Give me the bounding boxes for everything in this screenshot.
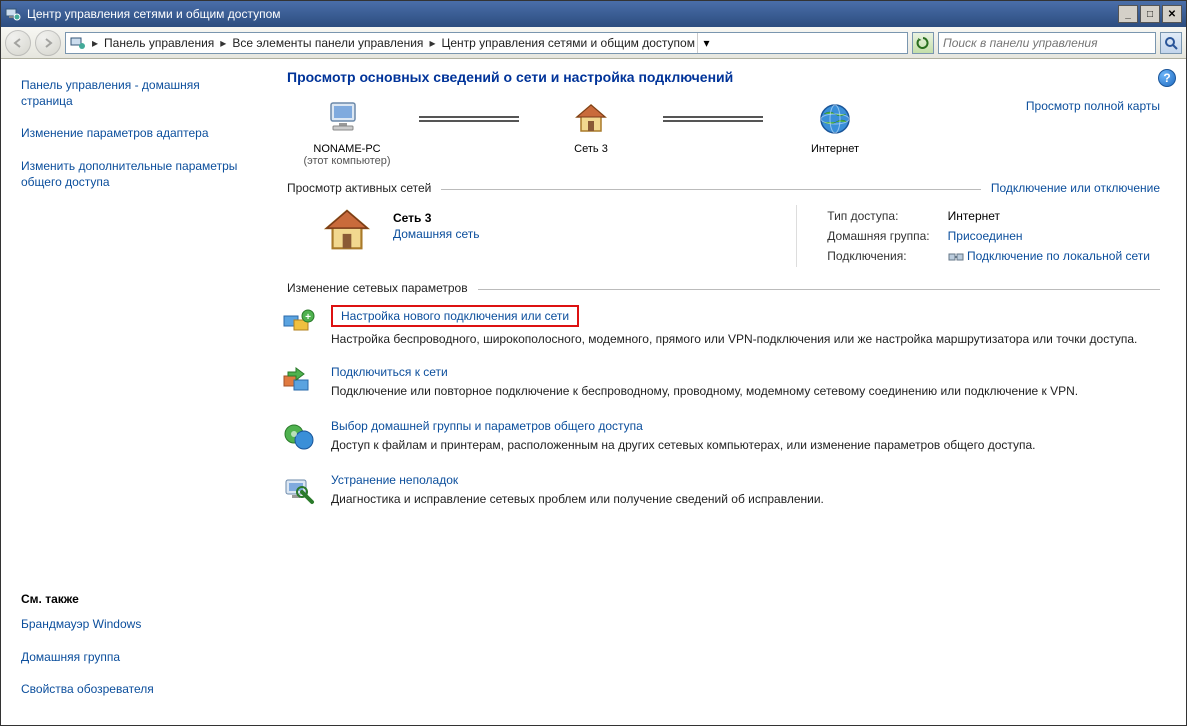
house-icon	[571, 99, 611, 139]
map-pc-sub: (этот компьютер)	[287, 155, 407, 167]
map-net-label: Сеть 3	[531, 143, 651, 155]
sidebar-link-home[interactable]: Панель управления - домашняя страница	[21, 77, 241, 109]
sidebar-link-adapter-settings[interactable]: Изменение параметров адаптера	[21, 125, 241, 141]
network-type-link[interactable]: Домашняя сеть	[393, 227, 479, 241]
see-also: См. также Брандмауэр Windows Домашняя гр…	[21, 592, 241, 713]
house-icon	[321, 205, 373, 257]
troubleshoot-icon	[281, 473, 317, 509]
access-type-value: Интернет	[940, 207, 1158, 225]
active-networks-header: Просмотр активных сетей Подключение или …	[287, 181, 1160, 195]
map-node-internet: Интернет	[775, 99, 895, 155]
network-name: Сеть 3	[393, 211, 479, 225]
change-settings-label: Изменение сетевых параметров	[287, 281, 478, 295]
ethernet-icon	[948, 251, 964, 263]
chevron-right-icon: ▸	[88, 36, 102, 50]
back-button[interactable]	[5, 30, 31, 56]
map-pc-label: NONAME-PC	[287, 143, 407, 155]
connect-network-icon	[281, 365, 317, 401]
breadcrumb-item[interactable]: Центр управления сетями и общим доступом	[441, 36, 695, 50]
search-input[interactable]	[939, 36, 1155, 50]
active-networks-label: Просмотр активных сетей	[287, 181, 441, 195]
breadcrumb-item[interactable]: Все элементы панели управления	[232, 36, 423, 50]
network-map: NONAME-PC (этот компьютер) Сеть 3 Интерн…	[287, 99, 1160, 167]
map-connector	[419, 99, 519, 139]
breadcrumb-icon	[70, 35, 86, 51]
change-settings-header: Изменение сетевых параметров	[287, 281, 1160, 295]
setup-connection-icon: +	[281, 305, 317, 341]
app-icon	[5, 6, 21, 22]
search-box[interactable]	[938, 32, 1156, 54]
homegroup-icon	[281, 419, 317, 455]
address-bar: ▸ Панель управления ▸ Все элементы панел…	[1, 27, 1186, 59]
see-also-internet-options[interactable]: Свойства обозревателя	[21, 681, 241, 697]
task-homegroup-sharing-desc: Доступ к файлам и принтерам, расположенн…	[331, 437, 1160, 453]
full-map-link[interactable]: Просмотр полной карты	[1026, 99, 1160, 113]
task-troubleshoot-link[interactable]: Устранение неполадок	[331, 473, 458, 487]
homegroup-label: Домашняя группа:	[819, 227, 937, 245]
sidebar: Панель управления - домашняя страница Из…	[1, 59, 253, 725]
tasks-list: + Настройка нового подключения или сети …	[281, 305, 1160, 509]
task-troubleshoot-desc: Диагностика и исправление сетевых пробле…	[331, 491, 1160, 507]
chevron-right-icon: ▸	[216, 36, 230, 50]
map-node-network: Сеть 3	[531, 99, 651, 155]
task-setup-connection: + Настройка нового подключения или сети …	[281, 305, 1160, 347]
minimize-button[interactable]: _	[1118, 5, 1138, 23]
connection-link[interactable]: Подключение по локальной сети	[967, 249, 1150, 263]
task-setup-connection-desc: Настройка беспроводного, широкополосного…	[331, 331, 1160, 347]
connect-disconnect-link[interactable]: Подключение или отключение	[981, 181, 1160, 195]
forward-button[interactable]	[35, 30, 61, 56]
svg-text:+: +	[305, 312, 311, 323]
help-icon[interactable]: ?	[1158, 69, 1176, 87]
active-network-info: Сеть 3 Домашняя сеть	[393, 205, 479, 267]
refresh-button[interactable]	[912, 32, 934, 54]
window-buttons: _ □ ✕	[1118, 5, 1182, 23]
access-type-label: Тип доступа:	[819, 207, 937, 225]
task-homegroup-sharing-link[interactable]: Выбор домашней группы и параметров общег…	[331, 419, 643, 433]
map-connector	[663, 99, 763, 139]
breadcrumb-item[interactable]: Панель управления	[104, 36, 214, 50]
task-connect-network-desc: Подключение или повторное подключение к …	[331, 383, 1160, 399]
map-node-pc: NONAME-PC (этот компьютер)	[287, 99, 407, 167]
chevron-right-icon: ▸	[425, 36, 439, 50]
homegroup-link[interactable]: Присоединен	[948, 229, 1023, 243]
task-troubleshoot: Устранение неполадок Диагностика и испра…	[281, 473, 1160, 509]
window-title: Центр управления сетями и общим доступом	[27, 7, 1118, 21]
titlebar: Центр управления сетями и общим доступом…	[1, 1, 1186, 27]
see-also-firewall[interactable]: Брандмауэр Windows	[21, 616, 241, 632]
see-also-header: См. также	[21, 592, 241, 606]
active-network-row: Сеть 3 Домашняя сеть Тип доступа: Интерн…	[321, 205, 1160, 267]
close-button[interactable]: ✕	[1162, 5, 1182, 23]
computer-icon	[327, 99, 367, 139]
globe-icon	[815, 99, 855, 139]
task-homegroup-sharing: Выбор домашней группы и параметров общег…	[281, 419, 1160, 455]
main-panel: ? Просмотр основных сведений о сети и на…	[253, 59, 1186, 725]
task-setup-connection-link[interactable]: Настройка нового подключения или сети	[331, 305, 579, 327]
network-details: Тип доступа: Интернет Домашняя группа: П…	[796, 205, 1160, 267]
content: Панель управления - домашняя страница Из…	[1, 59, 1186, 725]
full-map-link-wrap: Просмотр полной карты	[1026, 99, 1160, 113]
page-title: Просмотр основных сведений о сети и наст…	[287, 69, 1160, 85]
breadcrumb[interactable]: ▸ Панель управления ▸ Все элементы панел…	[65, 32, 908, 54]
search-button[interactable]	[1160, 32, 1182, 54]
task-connect-network-link[interactable]: Подключиться к сети	[331, 365, 448, 379]
connections-label: Подключения:	[819, 247, 937, 265]
sidebar-link-advanced-sharing[interactable]: Изменить дополнительные параметры общего…	[21, 158, 241, 190]
map-internet-label: Интернет	[775, 143, 895, 155]
maximize-button[interactable]: □	[1140, 5, 1160, 23]
task-connect-network: Подключиться к сети Подключение или повт…	[281, 365, 1160, 401]
breadcrumb-dropdown[interactable]: ▾	[697, 33, 715, 53]
see-also-homegroup[interactable]: Домашняя группа	[21, 649, 241, 665]
